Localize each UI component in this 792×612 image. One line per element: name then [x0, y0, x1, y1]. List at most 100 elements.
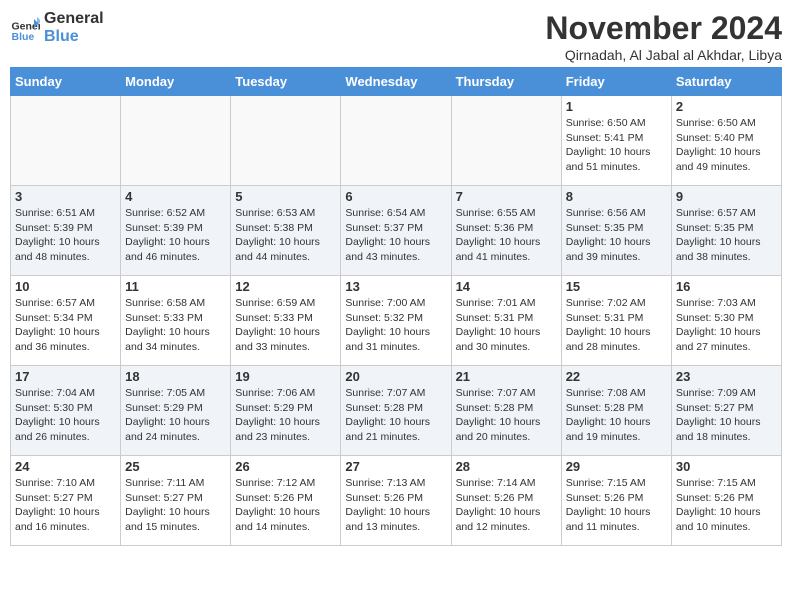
svg-text:Blue: Blue: [12, 31, 35, 43]
calendar-cell: 29 Sunrise: 7:15 AM Sunset: 5:26 PM Dayli…: [561, 456, 671, 546]
day-number: 2: [676, 99, 777, 114]
day-number: 3: [15, 189, 116, 204]
calendar-cell: 7 Sunrise: 6:55 AM Sunset: 5:36 PM Daylig…: [451, 186, 561, 276]
calendar-cell: 11 Sunrise: 6:58 AM Sunset: 5:33 PM Dayli…: [121, 276, 231, 366]
calendar-cell: 3 Sunrise: 6:51 AM Sunset: 5:39 PM Daylig…: [11, 186, 121, 276]
day-info: Sunrise: 6:54 AM Sunset: 5:37 PM Dayligh…: [345, 206, 446, 265]
calendar-cell: 12 Sunrise: 6:59 AM Sunset: 5:33 PM Dayli…: [231, 276, 341, 366]
day-info: Sunrise: 6:53 AM Sunset: 5:38 PM Dayligh…: [235, 206, 336, 265]
calendar-cell: 1 Sunrise: 6:50 AM Sunset: 5:41 PM Daylig…: [561, 96, 671, 186]
logo-icon: General Blue: [10, 13, 40, 43]
weekday-header-tuesday: Tuesday: [231, 68, 341, 96]
calendar-cell: 27 Sunrise: 7:13 AM Sunset: 5:26 PM Dayli…: [341, 456, 451, 546]
calendar-cell: 14 Sunrise: 7:01 AM Sunset: 5:31 PM Dayli…: [451, 276, 561, 366]
day-info: Sunrise: 6:56 AM Sunset: 5:35 PM Dayligh…: [566, 206, 667, 265]
day-info: Sunrise: 7:15 AM Sunset: 5:26 PM Dayligh…: [676, 476, 777, 535]
day-info: Sunrise: 7:03 AM Sunset: 5:30 PM Dayligh…: [676, 296, 777, 355]
calendar-cell: 17 Sunrise: 7:04 AM Sunset: 5:30 PM Dayli…: [11, 366, 121, 456]
day-info: Sunrise: 7:00 AM Sunset: 5:32 PM Dayligh…: [345, 296, 446, 355]
day-number: 8: [566, 189, 667, 204]
calendar-week-row: 24 Sunrise: 7:10 AM Sunset: 5:27 PM Dayli…: [11, 456, 782, 546]
day-number: 17: [15, 369, 116, 384]
day-info: Sunrise: 7:07 AM Sunset: 5:28 PM Dayligh…: [456, 386, 557, 445]
day-info: Sunrise: 6:50 AM Sunset: 5:41 PM Dayligh…: [566, 116, 667, 175]
day-info: Sunrise: 6:57 AM Sunset: 5:34 PM Dayligh…: [15, 296, 116, 355]
day-number: 25: [125, 459, 226, 474]
weekday-header-row: SundayMondayTuesdayWednesdayThursdayFrid…: [11, 68, 782, 96]
calendar-cell: 26 Sunrise: 7:12 AM Sunset: 5:26 PM Dayli…: [231, 456, 341, 546]
day-number: 10: [15, 279, 116, 294]
calendar-cell: 6Sunrise: 6:54 AM Sunset: 5:37 PM Daylig…: [341, 186, 451, 276]
day-info: Sunrise: 6:55 AM Sunset: 5:36 PM Dayligh…: [456, 206, 557, 265]
day-number: 23: [676, 369, 777, 384]
day-number: 30: [676, 459, 777, 474]
calendar-cell: [121, 96, 231, 186]
day-info: Sunrise: 7:10 AM Sunset: 5:27 PM Dayligh…: [15, 476, 116, 535]
day-number: 14: [456, 279, 557, 294]
day-info: Sunrise: 7:02 AM Sunset: 5:31 PM Dayligh…: [566, 296, 667, 355]
weekday-header-thursday: Thursday: [451, 68, 561, 96]
day-info: Sunrise: 7:01 AM Sunset: 5:31 PM Dayligh…: [456, 296, 557, 355]
day-number: 7: [456, 189, 557, 204]
day-number: 11: [125, 279, 226, 294]
day-info: Sunrise: 6:58 AM Sunset: 5:33 PM Dayligh…: [125, 296, 226, 355]
day-number: 4: [125, 189, 226, 204]
page-header: General Blue General Blue November 2024 …: [10, 10, 782, 63]
day-info: Sunrise: 7:05 AM Sunset: 5:29 PM Dayligh…: [125, 386, 226, 445]
day-number: 12: [235, 279, 336, 294]
weekday-header-monday: Monday: [121, 68, 231, 96]
day-number: 26: [235, 459, 336, 474]
day-info: Sunrise: 7:15 AM Sunset: 5:26 PM Dayligh…: [566, 476, 667, 535]
calendar-week-row: 3 Sunrise: 6:51 AM Sunset: 5:39 PM Daylig…: [11, 186, 782, 276]
day-number: 24: [15, 459, 116, 474]
calendar-cell: [451, 96, 561, 186]
calendar-cell: 19 Sunrise: 7:06 AM Sunset: 5:29 PM Dayli…: [231, 366, 341, 456]
day-number: 29: [566, 459, 667, 474]
day-number: 20: [345, 369, 446, 384]
weekday-header-sunday: Sunday: [11, 68, 121, 96]
calendar-cell: 18 Sunrise: 7:05 AM Sunset: 5:29 PM Dayli…: [121, 366, 231, 456]
day-info: Sunrise: 7:08 AM Sunset: 5:28 PM Dayligh…: [566, 386, 667, 445]
calendar-cell: [11, 96, 121, 186]
calendar-cell: 28 Sunrise: 7:14 AM Sunset: 5:26 PM Dayli…: [451, 456, 561, 546]
calendar-cell: 16 Sunrise: 7:03 AM Sunset: 5:30 PM Dayli…: [671, 276, 781, 366]
day-number: 19: [235, 369, 336, 384]
weekday-header-friday: Friday: [561, 68, 671, 96]
calendar-cell: 8 Sunrise: 6:56 AM Sunset: 5:35 PM Daylig…: [561, 186, 671, 276]
logo: General Blue General Blue: [10, 10, 104, 45]
day-info: Sunrise: 6:51 AM Sunset: 5:39 PM Dayligh…: [15, 206, 116, 265]
location-subtitle: Qirnadah, Al Jabal al Akhdar, Libya: [545, 47, 782, 63]
calendar-cell: 24 Sunrise: 7:10 AM Sunset: 5:27 PM Dayli…: [11, 456, 121, 546]
day-info: Sunrise: 7:14 AM Sunset: 5:26 PM Dayligh…: [456, 476, 557, 535]
calendar-cell: [341, 96, 451, 186]
month-title: November 2024: [545, 10, 782, 47]
weekday-header-wednesday: Wednesday: [341, 68, 451, 96]
day-number: 18: [125, 369, 226, 384]
day-info: Sunrise: 7:12 AM Sunset: 5:26 PM Dayligh…: [235, 476, 336, 535]
day-number: 5: [235, 189, 336, 204]
calendar-cell: 9Sunrise: 6:57 AM Sunset: 5:35 PM Daylig…: [671, 186, 781, 276]
day-number: 15: [566, 279, 667, 294]
calendar-cell: 21 Sunrise: 7:07 AM Sunset: 5:28 PM Dayli…: [451, 366, 561, 456]
day-info: Sunrise: 6:52 AM Sunset: 5:39 PM Dayligh…: [125, 206, 226, 265]
day-number: 13: [345, 279, 446, 294]
day-number: 16: [676, 279, 777, 294]
calendar-cell: 10 Sunrise: 6:57 AM Sunset: 5:34 PM Dayli…: [11, 276, 121, 366]
day-number: 1: [566, 99, 667, 114]
day-number: 21: [456, 369, 557, 384]
calendar-cell: 25Sunrise: 7:11 AM Sunset: 5:27 PM Dayli…: [121, 456, 231, 546]
calendar-cell: 15 Sunrise: 7:02 AM Sunset: 5:31 PM Dayli…: [561, 276, 671, 366]
calendar-week-row: 10 Sunrise: 6:57 AM Sunset: 5:34 PM Dayli…: [11, 276, 782, 366]
day-info: Sunrise: 7:04 AM Sunset: 5:30 PM Dayligh…: [15, 386, 116, 445]
calendar-week-row: 17 Sunrise: 7:04 AM Sunset: 5:30 PM Dayli…: [11, 366, 782, 456]
day-info: Sunrise: 7:13 AM Sunset: 5:26 PM Dayligh…: [345, 476, 446, 535]
day-number: 28: [456, 459, 557, 474]
title-block: November 2024 Qirnadah, Al Jabal al Akhd…: [545, 10, 782, 63]
weekday-header-saturday: Saturday: [671, 68, 781, 96]
day-info: Sunrise: 6:59 AM Sunset: 5:33 PM Dayligh…: [235, 296, 336, 355]
calendar-cell: [231, 96, 341, 186]
calendar-cell: 2Sunrise: 6:50 AM Sunset: 5:40 PM Daylig…: [671, 96, 781, 186]
day-number: 27: [345, 459, 446, 474]
day-info: Sunrise: 7:06 AM Sunset: 5:29 PM Dayligh…: [235, 386, 336, 445]
calendar-table: SundayMondayTuesdayWednesdayThursdayFrid…: [10, 67, 782, 546]
